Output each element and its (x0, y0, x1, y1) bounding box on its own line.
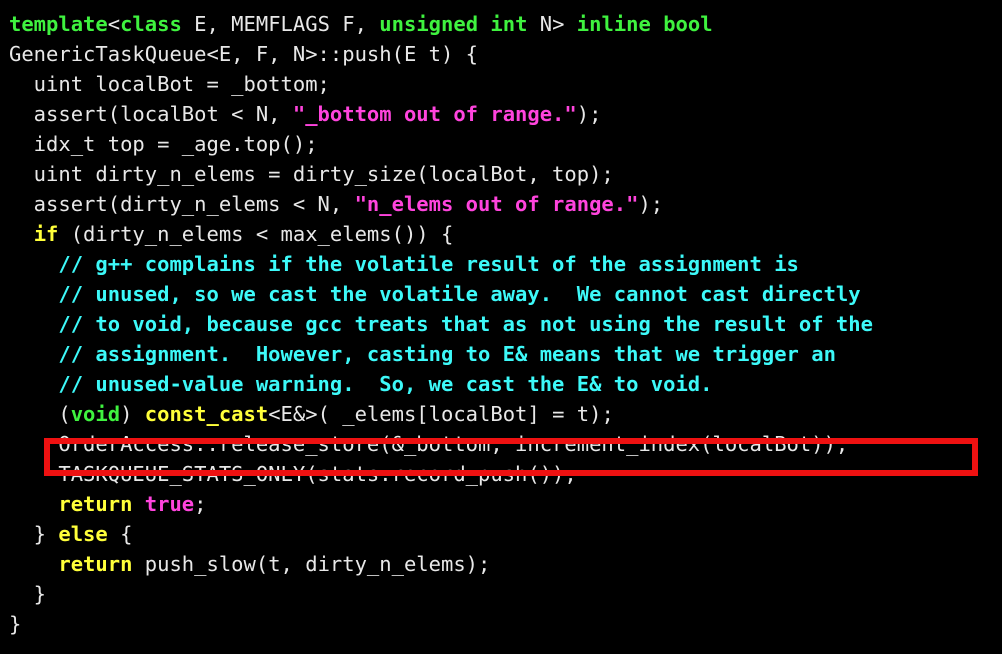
code-token-plain: < (107, 12, 121, 36)
code-token-plain: { (107, 522, 133, 546)
code-token-type: unsigned (379, 12, 479, 36)
code-token-plain: } (9, 522, 59, 546)
code-token-plain: N> (527, 12, 577, 36)
code-line[interactable]: // assignment. However, casting to E& me… (0, 339, 1002, 369)
code-token-type: class (120, 12, 182, 36)
code-token-comment: // g++ complains if the volatile result … (9, 252, 799, 276)
code-line[interactable]: OrderAccess::release_store(&_bottom, inc… (0, 429, 1002, 459)
code-token-string: "_bottom out of range." (292, 102, 577, 126)
code-token-plain: (dirty_n_elems < max_elems()) { (58, 222, 454, 246)
code-line[interactable]: assert(localBot < N, "_bottom out of ran… (0, 99, 1002, 129)
code-line[interactable]: (void) const_cast<E&>( _elems[localBot] … (0, 399, 1002, 429)
code-line[interactable]: uint localBot = _bottom; (0, 69, 1002, 99)
code-line[interactable]: } (0, 579, 1002, 609)
code-token-plain: assert(localBot < N, (9, 102, 293, 126)
code-token-plain: } (9, 612, 22, 636)
code-token-plain: uint dirty_n_elems = dirty_size(localBot… (9, 162, 614, 186)
code-line[interactable]: // g++ complains if the volatile result … (0, 249, 1002, 279)
code-token-plain: ) (120, 402, 145, 426)
code-token-plain: ); (638, 192, 664, 216)
code-line[interactable]: // unused, so we cast the volatile away.… (0, 279, 1002, 309)
code-token-type: template (9, 12, 108, 36)
code-token-plain: ( (9, 402, 71, 426)
code-token-plain: TASKQUEUE_STATS_ONLY(stats.record_push()… (9, 462, 577, 486)
code-line[interactable]: uint dirty_n_elems = dirty_size(localBot… (0, 159, 1002, 189)
code-token-comment: // unused, so we cast the volatile away.… (9, 282, 861, 306)
code-token-type: bool (663, 12, 713, 36)
code-line[interactable]: if (dirty_n_elems < max_elems()) { (0, 219, 1002, 249)
code-token-type: int (490, 12, 528, 36)
code-token-string: "n_elems out of range." (354, 192, 639, 216)
code-token-type: void (70, 402, 121, 426)
code-token-plain: ; (194, 492, 207, 516)
code-token-plain: } (9, 582, 47, 606)
code-token-plain: OrderAccess::release_store(&_bottom, inc… (9, 432, 849, 456)
code-line[interactable]: return true; (0, 489, 1002, 519)
code-token-keyword: if (33, 222, 59, 246)
code-token-plain: <E&>( _elems[localBot] = t); (268, 402, 614, 426)
code-line[interactable]: TASKQUEUE_STATS_ONLY(stats.record_push()… (0, 459, 1002, 489)
code-line[interactable]: // to void, because gcc treats that as n… (0, 309, 1002, 339)
code-line[interactable]: idx_t top = _age.top(); (0, 129, 1002, 159)
code-token-literal: true (144, 492, 195, 516)
code-token-keyword: return (58, 492, 133, 516)
code-view: template<class E, MEMFLAGS F, unsigned i… (0, 9, 1002, 654)
code-token-type: inline (576, 12, 651, 36)
code-token-comment: // unused-value warning. So, we cast the… (9, 372, 713, 396)
code-line[interactable]: assert(dirty_n_elems < N, "n_elems out o… (0, 189, 1002, 219)
code-token-plain: E, MEMFLAGS F, (181, 12, 380, 36)
code-token-plain: GenericTaskQueue<E, F, N>::push(E t) { (9, 42, 478, 66)
code-token-plain: assert(dirty_n_elems < N, (9, 192, 355, 216)
code-token-comment: // assignment. However, casting to E& me… (9, 342, 836, 366)
code-token-keyword: return (58, 552, 133, 576)
code-token-comment: // to void, because gcc treats that as n… (9, 312, 873, 336)
code-token-keyword: else (58, 522, 108, 546)
code-token-plain: idx_t top = _age.top(); (9, 132, 318, 156)
code-token-plain: push_slow(t, dirty_n_elems); (132, 552, 491, 576)
code-token-plain: uint localBot = _bottom; (9, 72, 330, 96)
code-listing[interactable]: template<class E, MEMFLAGS F, unsigned i… (0, 9, 1002, 639)
code-line[interactable]: } else { (0, 519, 1002, 549)
code-line[interactable]: template<class E, MEMFLAGS F, unsigned i… (0, 9, 1002, 39)
code-line[interactable]: return push_slow(t, dirty_n_elems); (0, 549, 1002, 579)
code-token-keyword: const_cast (144, 402, 269, 426)
code-token-plain: ); (576, 102, 602, 126)
code-line[interactable]: GenericTaskQueue<E, F, N>::push(E t) { (0, 39, 1002, 69)
code-line[interactable]: // unused-value warning. So, we cast the… (0, 369, 1002, 399)
code-line[interactable]: } (0, 609, 1002, 639)
